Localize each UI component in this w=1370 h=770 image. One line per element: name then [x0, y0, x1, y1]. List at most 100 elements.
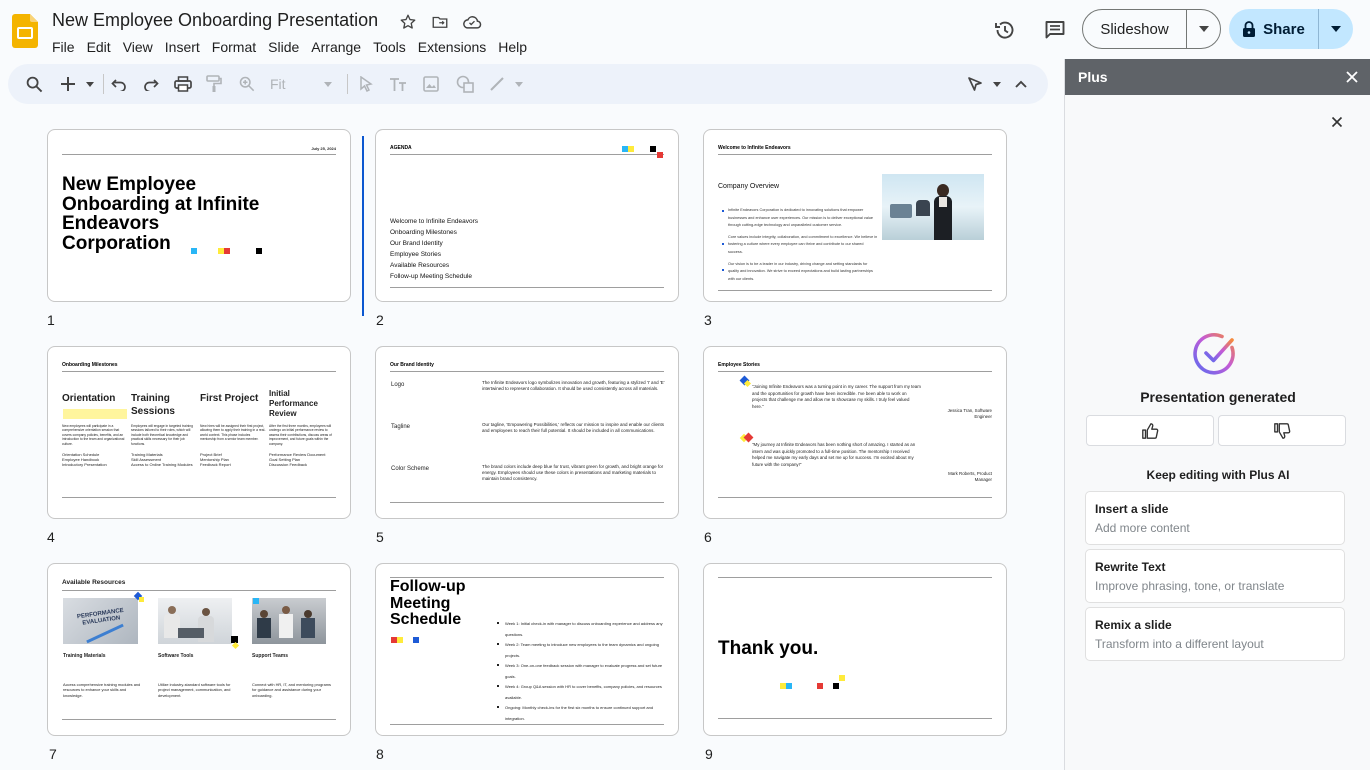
- slide-title: Thank you.: [718, 638, 819, 659]
- plus-icon[interactable]: [58, 72, 78, 96]
- brand-row-text: The Infinite Endeavors logo symbolizes i…: [482, 380, 665, 391]
- pen-options[interactable]: [991, 72, 1003, 96]
- app-header: New Employee Onboarding Presentation Fil…: [0, 0, 1370, 60]
- resource-image: [252, 598, 326, 644]
- slide-title: Follow-up Meeting Schedule: [390, 578, 466, 628]
- option-subtitle: Improve phrasing, tone, or translate: [1095, 579, 1285, 593]
- slide-thumbnail-3[interactable]: Welcome to Infinite Endeavors Company Ov…: [703, 129, 1007, 302]
- new-slide-options[interactable]: [84, 72, 96, 96]
- slide-rule: [718, 154, 992, 155]
- share-button[interactable]: Share: [1229, 9, 1319, 49]
- zoom-select[interactable]: Fit: [270, 76, 286, 92]
- zoom-dropdown[interactable]: [322, 72, 334, 96]
- slideshow-options-button[interactable]: [1187, 10, 1220, 48]
- shape-icon[interactable]: [454, 72, 476, 96]
- option-subtitle: Add more content: [1095, 521, 1190, 535]
- brand-square: [650, 146, 656, 152]
- slide-thumbnail-9[interactable]: Thank you.: [703, 563, 1007, 736]
- agenda-item: Our Brand Identity: [390, 240, 443, 247]
- menu-format[interactable]: Format: [206, 36, 262, 59]
- panel-header: Plus: [1065, 59, 1370, 95]
- menu-file[interactable]: File: [46, 36, 81, 59]
- menu-extensions[interactable]: Extensions: [412, 36, 492, 59]
- search-icon[interactable]: [22, 72, 46, 96]
- remix-slide-option[interactable]: Remix a slide Transform into a different…: [1085, 607, 1345, 661]
- zoom-icon[interactable]: [236, 72, 258, 96]
- slide-rule: [718, 718, 992, 719]
- slideshow-button[interactable]: Slideshow: [1083, 10, 1187, 48]
- milestone-items: Performance Review Document Goal Setting…: [269, 452, 326, 467]
- collapse-icon[interactable]: [1010, 72, 1032, 96]
- close-icon[interactable]: [1329, 114, 1345, 130]
- image-icon[interactable]: [420, 72, 442, 96]
- slide-thumbnail-6[interactable]: Employee Stories "Joining Infinite Endea…: [703, 346, 1007, 519]
- slide-grid: July 25, 2024 New Employee Onboarding at…: [0, 108, 1064, 770]
- share-label: Share: [1263, 20, 1305, 38]
- milestone-column: First Project New hires will be assigned…: [200, 392, 266, 467]
- close-icon[interactable]: [1343, 68, 1361, 86]
- milestone-column: Orientation New employees will participa…: [62, 391, 128, 467]
- slide-thumbnail-2[interactable]: AGENDA Welcome to Infinite Endeavors Onb…: [375, 129, 679, 302]
- share-options-button[interactable]: [1319, 9, 1353, 49]
- bullet-markers: [497, 622, 499, 624]
- agenda-item: Welcome to Infinite Endeavors: [390, 218, 479, 225]
- slide-number: 4: [47, 529, 55, 545]
- insert-slide-option[interactable]: Insert a slide Add more content: [1085, 491, 1345, 545]
- slide-thumbnail-7[interactable]: Available Resources PERFORMANCE EVALUATI…: [47, 563, 351, 736]
- slide-thumbnail-8[interactable]: Follow-up Meeting Schedule Week 1: Initi…: [375, 563, 679, 736]
- document-title[interactable]: New Employee Onboarding Presentation: [52, 10, 378, 31]
- menu-insert[interactable]: Insert: [159, 36, 206, 59]
- slide-rule: [718, 577, 992, 578]
- star-icon[interactable]: [397, 11, 419, 33]
- thumbs-down-button[interactable]: [1218, 415, 1346, 446]
- line-icon[interactable]: [486, 72, 508, 96]
- slide-title: New Employee Onboarding at Infinite Ende…: [62, 174, 260, 254]
- menu-slide[interactable]: Slide: [262, 36, 305, 59]
- agenda-item: Follow-up Meeting Schedule: [390, 273, 473, 280]
- slide-number: 6: [704, 529, 712, 545]
- menu-tools[interactable]: Tools: [367, 36, 412, 59]
- chevron-down-icon: [324, 81, 332, 87]
- redo-icon[interactable]: [140, 72, 162, 96]
- slide-thumbnail-1[interactable]: July 25, 2024 New Employee Onboarding at…: [47, 129, 351, 302]
- print-icon[interactable]: [172, 72, 194, 96]
- editor-toolbar: Fit: [8, 64, 1048, 104]
- milestone-title: First Project: [200, 393, 259, 404]
- quote-text: "Joining Infinite Endeavors was a turnin…: [752, 384, 921, 409]
- agenda-item: Employee Stories: [390, 251, 441, 258]
- line-options[interactable]: [513, 72, 525, 96]
- office-photo: [882, 174, 984, 240]
- brand-square: [224, 248, 230, 254]
- select-icon[interactable]: [355, 72, 377, 96]
- milestone-title: Training Sessions: [131, 393, 175, 417]
- slide-heading: Onboarding Milestones: [62, 362, 118, 368]
- slides-logo[interactable]: [12, 14, 38, 48]
- slide-thumbnail-4[interactable]: Onboarding Milestones Orientation New em…: [47, 346, 351, 519]
- share-button-group: Share: [1229, 9, 1353, 49]
- menu-edit[interactable]: Edit: [81, 36, 117, 59]
- menu-view[interactable]: View: [117, 36, 159, 59]
- toolbar-divider: [103, 74, 104, 94]
- chevron-down-icon: [86, 81, 94, 87]
- move-to-folder-icon[interactable]: [429, 11, 451, 33]
- menu-help[interactable]: Help: [492, 36, 533, 59]
- resource-title: Training Materials: [63, 653, 106, 659]
- menu-arrange[interactable]: Arrange: [305, 36, 367, 59]
- paint-format-icon[interactable]: [203, 72, 225, 96]
- chevron-down-icon: [1198, 26, 1209, 32]
- slide-thumbnail-5[interactable]: Our Brand Identity Logo The Infinite End…: [375, 346, 679, 519]
- pen-icon[interactable]: [964, 72, 986, 96]
- slide-number: 9: [705, 746, 713, 762]
- text-box-icon[interactable]: [387, 72, 409, 96]
- brand-row-label: Tagline: [391, 424, 411, 430]
- brand-row-label: Logo: [391, 382, 405, 388]
- milestone-desc: Employees will engage in targeted traini…: [131, 424, 193, 446]
- cloud-status-icon[interactable]: [461, 11, 483, 33]
- brand-row-label: Color Scheme: [391, 466, 430, 472]
- undo-icon[interactable]: [108, 72, 130, 96]
- thumbs-up-button[interactable]: [1086, 415, 1214, 446]
- quote-author: Jessica Tran, Software Engineer: [947, 408, 992, 419]
- rewrite-text-option[interactable]: Rewrite Text Improve phrasing, tone, or …: [1085, 549, 1345, 603]
- history-icon[interactable]: [991, 16, 1019, 44]
- comment-icon[interactable]: [1041, 16, 1069, 44]
